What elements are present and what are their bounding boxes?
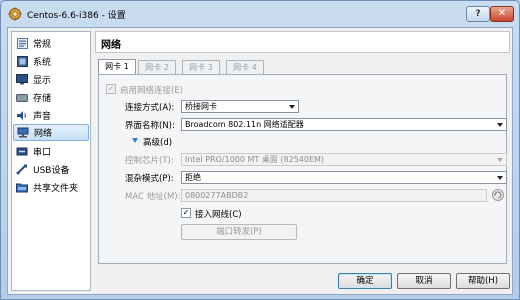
attached-to-value: 桥接网卡 [185, 102, 217, 111]
chevron-down-icon [497, 176, 503, 180]
adapter-1-pane: ✓ 启用网络连接(E) 连接方式(A): 桥接网卡 界面名称(N): Broad… [98, 74, 507, 264]
network-panel: 网络 网卡 1 网卡 2 网卡 3 网卡 4 ✓ 启用网络连接(E) 连接方式(… [95, 31, 510, 265]
network-icon [17, 127, 29, 139]
sidebar-item-label: 声音 [33, 112, 52, 122]
panel-header: 网络 [95, 31, 510, 53]
mac-address-value: 0800277ABDB2 [185, 191, 249, 200]
sidebar-item-audio[interactable]: 声音 [13, 107, 89, 124]
refresh-mac-icon[interactable] [491, 188, 505, 202]
close-button[interactable]: ✕ [490, 6, 514, 22]
help-glyph: ? [475, 9, 481, 19]
expand-triangle-icon[interactable] [132, 138, 138, 143]
tab-adapter-2[interactable]: 网卡 2 [138, 60, 176, 74]
sidebar-item-label: 串口 [33, 148, 52, 158]
display-icon [16, 74, 28, 86]
interface-name-select[interactable]: Broadcom 802.11n 网络适配器 [181, 118, 507, 131]
shared-folder-icon [16, 182, 28, 194]
chevron-down-icon [289, 105, 295, 109]
usb-icon [16, 164, 28, 176]
promiscuous-select[interactable]: 拒绝 [181, 171, 507, 184]
promiscuous-value: 拒绝 [185, 173, 201, 182]
tab-adapter-4[interactable]: 网卡 4 [226, 60, 264, 74]
general-icon [16, 38, 28, 50]
settings-window: Centos-6.6-i386 - 设置 ? ✕ 常规 系统 显示 存储 声音 … [0, 0, 520, 300]
sidebar-item-label: 系统 [33, 58, 52, 68]
help-title-button[interactable]: ? [466, 6, 490, 22]
mac-address-label: MAC 地址(M): [125, 192, 181, 202]
adapter-type-select[interactable]: Intel PRO/1000 MT 桌面 (82540EM) [181, 153, 507, 166]
cable-connected-label: 接入网线(C) [195, 210, 242, 220]
enable-adapter-checkbox[interactable]: ✓ [106, 84, 116, 94]
sidebar-item-label: 显示 [33, 76, 52, 86]
cancel-button[interactable]: 取消 [397, 273, 451, 289]
adapter-type-label: 控制芯片(T): [125, 156, 174, 166]
attached-to-label: 连接方式(A): [125, 103, 175, 113]
sidebar-item-label: 网络 [34, 129, 53, 139]
chevron-down-icon [497, 123, 503, 127]
sidebar-item-label: 共享文件夹 [33, 184, 79, 194]
sidebar-item-display[interactable]: 显示 [13, 71, 89, 88]
audio-icon [16, 110, 28, 122]
mac-address-field[interactable]: 0800277ABDB2 [181, 189, 487, 202]
title-bar[interactable]: Centos-6.6-i386 - 设置 ? ✕ [1, 1, 519, 27]
port-forwarding-button[interactable]: 端口转发(P) [181, 224, 297, 240]
attached-to-select[interactable]: 桥接网卡 [181, 100, 299, 113]
virtualbox-gear-icon [8, 7, 22, 21]
sidebar-item-label: USB设备 [33, 166, 70, 176]
ok-button[interactable]: 确定 [338, 273, 392, 289]
interface-name-label: 界面名称(N): [125, 121, 175, 131]
adapter-type-value: Intel PRO/1000 MT 桌面 (82540EM) [185, 155, 325, 164]
sidebar-item-network[interactable]: 网络 [13, 124, 89, 141]
serial-port-icon [16, 146, 28, 158]
sidebar-item-label: 常规 [33, 40, 52, 50]
storage-icon [16, 92, 28, 104]
tab-adapter-3[interactable]: 网卡 3 [182, 60, 220, 74]
sidebar-item-general[interactable]: 常规 [13, 35, 89, 52]
cable-connected-checkbox[interactable]: ✓ [181, 208, 191, 218]
sidebar-item-usb[interactable]: USB设备 [13, 161, 89, 178]
sidebar-item-system[interactable]: 系统 [13, 53, 89, 70]
dialog-client: 常规 系统 显示 存储 声音 网络 串口 USB设备 共享文件夹 网络 网卡 1… [7, 27, 513, 295]
promiscuous-label: 混杂模式(P): [125, 174, 174, 184]
sidebar-item-serial-ports[interactable]: 串口 [13, 143, 89, 160]
help-button[interactable]: 帮助(H) [456, 273, 510, 289]
window-title: Centos-6.6-i386 - 设置 [27, 11, 126, 21]
page-title: 网络 [101, 40, 121, 51]
interface-name-value: Broadcom 802.11n 网络适配器 [185, 120, 304, 129]
sidebar-item-storage[interactable]: 存储 [13, 89, 89, 106]
sidebar-item-label: 存储 [33, 94, 52, 104]
advanced-toggle[interactable]: 高级(d) [143, 136, 172, 148]
tab-adapter-1[interactable]: 网卡 1 [98, 59, 136, 75]
system-icon [16, 56, 28, 68]
sidebar-item-shared-folders[interactable]: 共享文件夹 [13, 179, 89, 196]
settings-sidebar: 常规 系统 显示 存储 声音 网络 串口 USB设备 共享文件夹 [11, 31, 91, 291]
enable-adapter-label: 启用网络连接(E) [120, 86, 184, 96]
dialog-buttons: 确定 取消 帮助(H) [8, 269, 514, 293]
chevron-down-icon [497, 158, 503, 162]
close-icon: ✕ [497, 8, 507, 19]
